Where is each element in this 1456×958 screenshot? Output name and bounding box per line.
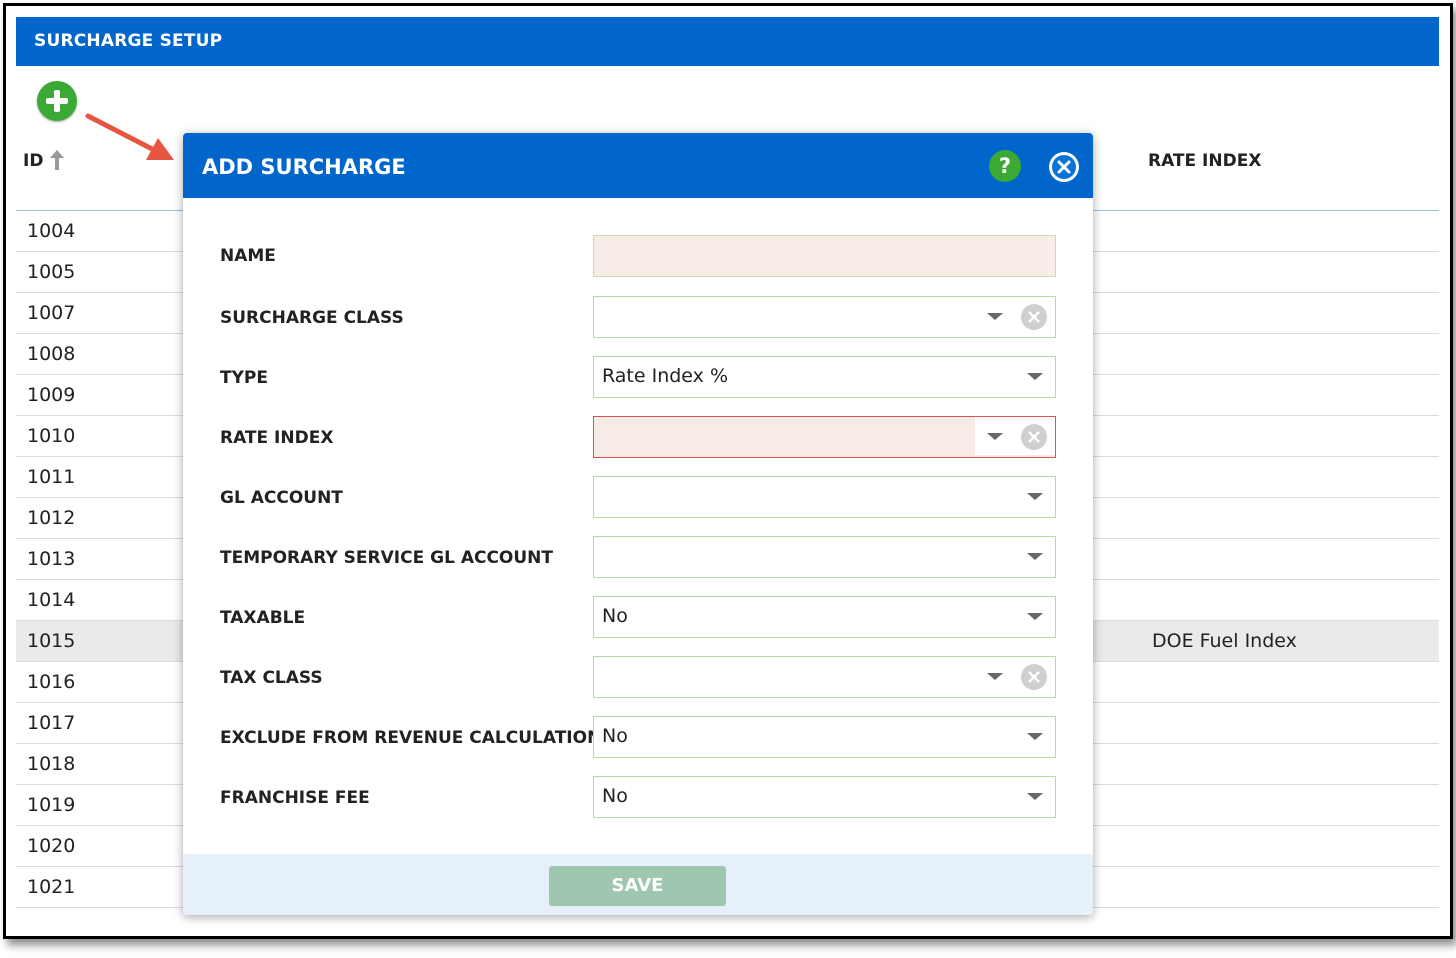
type-select[interactable]: Rate Index % (593, 356, 1056, 398)
cell-id: 1021 (27, 876, 76, 898)
type-label: TYPE (220, 368, 268, 388)
cell-id: 1011 (27, 466, 76, 488)
chevron-down-icon[interactable] (1027, 613, 1043, 620)
type-value: Rate Index % (602, 365, 729, 387)
cell-id: 1017 (27, 712, 76, 734)
taxable-label: TAXABLE (220, 608, 306, 628)
franchise-fee-label: FRANCHISE FEE (220, 788, 370, 808)
surcharge-class-label: SURCHARGE CLASS (220, 308, 404, 328)
exclude-revenue-select[interactable]: No (593, 716, 1056, 758)
cell-id: 1016 (27, 671, 76, 693)
clear-icon[interactable] (1021, 304, 1047, 330)
franchise-fee-select[interactable]: No (593, 776, 1056, 818)
column-header-id[interactable]: ID (23, 151, 43, 171)
temp-gl-account-select[interactable] (593, 536, 1056, 578)
gl-account-label: GL ACCOUNT (220, 488, 343, 508)
help-icon[interactable]: ? (989, 150, 1021, 182)
chevron-down-icon[interactable] (1027, 733, 1043, 740)
add-surcharge-button[interactable] (37, 81, 77, 121)
rate-index-select[interactable] (593, 416, 1056, 458)
clear-icon[interactable] (1021, 664, 1047, 690)
cell-id: 1010 (27, 425, 76, 447)
app-header: SURCHARGE SETUP (16, 17, 1439, 66)
surcharge-class-select[interactable] (593, 296, 1056, 338)
cell-id: 1013 (27, 548, 76, 570)
app-window: SURCHARGE SETUP ID RATE INDEX 1004 1005 10… (3, 3, 1453, 939)
cell-id: 1020 (27, 835, 76, 857)
exclude-revenue-label: EXCLUDE FROM REVENUE CALCULATION (220, 728, 602, 748)
close-icon[interactable] (1049, 152, 1079, 182)
dialog-footer: SAVE (183, 854, 1093, 915)
add-surcharge-dialog: ADD SURCHARGE ? NAME SURCHARGE CLASS TYP… (183, 133, 1093, 915)
chevron-down-icon[interactable] (987, 313, 1003, 320)
temp-gl-account-label: TEMPORARY SERVICE GL ACCOUNT (220, 548, 554, 568)
dialog-header: ADD SURCHARGE ? (183, 133, 1093, 198)
cell-id: 1004 (27, 220, 76, 242)
chevron-down-icon[interactable] (1027, 553, 1043, 560)
cell-id: 1014 (27, 589, 76, 611)
name-label: NAME (220, 246, 276, 266)
save-button[interactable]: SAVE (549, 866, 726, 906)
clear-icon[interactable] (1021, 424, 1047, 450)
chevron-down-icon[interactable] (987, 673, 1003, 680)
column-header-rate-index[interactable]: RATE INDEX (1148, 151, 1261, 171)
cell-id: 1005 (27, 261, 76, 283)
cell-id: 1009 (27, 384, 76, 406)
page-title: SURCHARGE SETUP (34, 31, 223, 51)
dialog-title: ADD SURCHARGE (202, 155, 406, 179)
cell-id: 1008 (27, 343, 76, 365)
exclude-revenue-value: No (602, 725, 628, 747)
taxable-select[interactable]: No (593, 596, 1056, 638)
cell-rate-index: DOE Fuel Index (1152, 630, 1297, 652)
cell-id: 1015 (27, 630, 76, 652)
name-input[interactable] (593, 235, 1056, 277)
franchise-fee-value: No (602, 785, 628, 807)
chevron-down-icon[interactable] (1027, 373, 1043, 380)
tax-class-select[interactable] (593, 656, 1056, 698)
rate-index-label: RATE INDEX (220, 428, 334, 448)
chevron-down-icon[interactable] (1027, 793, 1043, 800)
chevron-down-icon[interactable] (1027, 493, 1043, 500)
cell-id: 1007 (27, 302, 76, 324)
cell-id: 1018 (27, 753, 76, 775)
chevron-down-icon[interactable] (987, 433, 1003, 440)
taxable-value: No (602, 605, 628, 627)
cell-id: 1019 (27, 794, 76, 816)
arrow-up-icon[interactable] (49, 149, 65, 171)
gl-account-select[interactable] (593, 476, 1056, 518)
tax-class-label: TAX CLASS (220, 668, 323, 688)
cell-id: 1012 (27, 507, 76, 529)
red-arrow-icon (85, 113, 174, 160)
